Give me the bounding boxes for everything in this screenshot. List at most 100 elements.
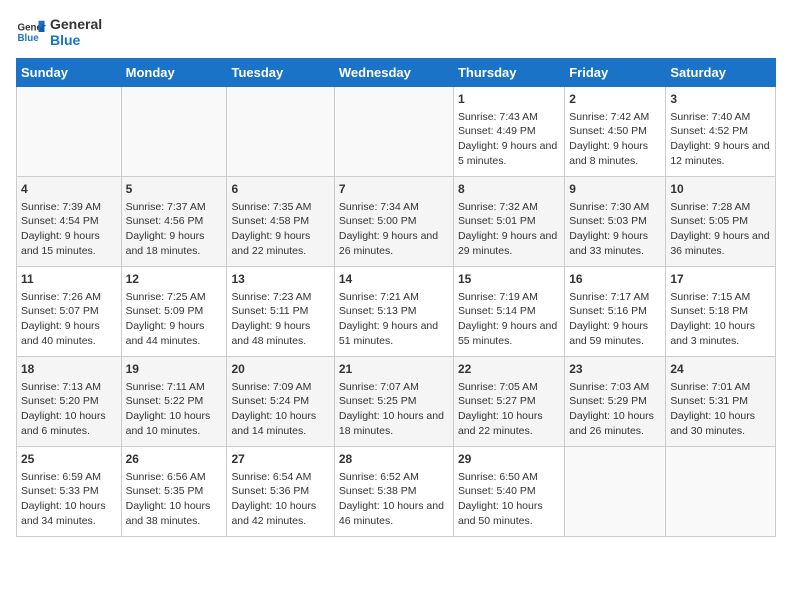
day-header-wednesday: Wednesday — [334, 59, 453, 87]
calendar-cell: 3 Sunrise: 7:40 AMSunset: 4:52 PMDaylight… — [666, 87, 776, 177]
day-number: 16 — [569, 271, 661, 288]
cell-content: Sunset: 5:27 PM — [458, 394, 560, 409]
cell-content: Sunset: 5:09 PM — [126, 304, 223, 319]
cell-content: Sunrise: 7:39 AM — [21, 200, 117, 215]
cell-content: Sunset: 5:31 PM — [670, 394, 771, 409]
cell-content: Sunrise: 7:32 AM — [458, 200, 560, 215]
cell-content: Sunrise: 7:37 AM — [126, 200, 223, 215]
calendar-cell: 4Sunrise: 7:39 AMSunset: 4:54 PMDaylight… — [17, 177, 122, 267]
cell-content: Sunrise: 7:23 AM — [231, 290, 329, 305]
cell-content: Sunset: 5:00 PM — [339, 214, 449, 229]
cell-content: Sunrise: 6:56 AM — [126, 470, 223, 485]
week-row-3: 11Sunrise: 7:26 AMSunset: 5:07 PMDayligh… — [17, 267, 776, 357]
cell-content: Sunset: 5:16 PM — [569, 304, 661, 319]
cell-content: Daylight: 9 hours and 59 minutes. — [569, 319, 661, 348]
cell-content: Daylight: 9 hours and 22 minutes. — [231, 229, 329, 258]
cell-content: Sunrise: 7:42 AM — [569, 110, 661, 125]
day-number: 20 — [231, 361, 329, 378]
day-number: 15 — [458, 271, 560, 288]
cell-content: Daylight: 9 hours and 5 minutes. — [458, 139, 560, 168]
cell-content: Daylight: 10 hours and 42 minutes. — [231, 499, 329, 528]
day-number: 10 — [670, 181, 771, 198]
calendar-cell: 25 Sunrise: 6:59 AMSunset: 5:33 PMDayligh… — [17, 447, 122, 537]
calendar-cell — [227, 87, 334, 177]
cell-content: Daylight: 9 hours and 55 minutes. — [458, 319, 560, 348]
cell-content: Daylight: 10 hours and 34 minutes. — [21, 499, 117, 528]
cell-content: Sunrise: 6:59 AM — [21, 470, 117, 485]
cell-content: Sunrise: 7:01 AM — [670, 380, 771, 395]
cell-content: Sunset: 5:33 PM — [21, 484, 117, 499]
cell-content: Daylight: 9 hours and 48 minutes. — [231, 319, 329, 348]
day-header-saturday: Saturday — [666, 59, 776, 87]
cell-content: Sunset: 5:35 PM — [126, 484, 223, 499]
cell-content: Sunset: 5:11 PM — [231, 304, 329, 319]
cell-content: Sunset: 5:40 PM — [458, 484, 560, 499]
calendar-cell: 28 Sunrise: 6:52 AMSunset: 5:38 PMDayligh… — [334, 447, 453, 537]
day-number: 9 — [569, 181, 661, 198]
cell-content: Daylight: 10 hours and 3 minutes. — [670, 319, 771, 348]
calendar-cell: 5Sunrise: 7:37 AMSunset: 4:56 PMDaylight… — [121, 177, 227, 267]
calendar-cell: 17Sunrise: 7:15 AMSunset: 5:18 PMDayligh… — [666, 267, 776, 357]
svg-text:Blue: Blue — [18, 33, 40, 44]
cell-content: Sunrise: 7:43 AM — [458, 110, 560, 125]
day-number: 5 — [126, 181, 223, 198]
cell-content: Sunrise: 7:11 AM — [126, 380, 223, 395]
day-number: 8 — [458, 181, 560, 198]
cell-content: Sunrise: 7:21 AM — [339, 290, 449, 305]
day-number: 1 — [458, 91, 560, 108]
cell-content: Sunrise: 6:52 AM — [339, 470, 449, 485]
logo-icon: General Blue — [16, 17, 46, 47]
day-header-monday: Monday — [121, 59, 227, 87]
cell-content: Daylight: 9 hours and 12 minutes. — [670, 139, 771, 168]
cell-content: Sunset: 5:22 PM — [126, 394, 223, 409]
cell-content: Daylight: 9 hours and 36 minutes. — [670, 229, 771, 258]
day-number: 4 — [21, 181, 117, 198]
week-row-2: 4 Sunrise: 7:39 AMSunset: 4:54 PM Daylight… — [17, 177, 776, 267]
calendar-cell: 26Sunrise: 6:56 AMSunset: 5:35 PMDayligh… — [121, 447, 227, 537]
calendar-cell: 22Sunrise: 7:05 AMSunset: 5:27 PMDayligh… — [453, 357, 564, 447]
calendar-cell: 8Sunrise: 7:32 AMSunset: 5:01 PMDaylight… — [453, 177, 564, 267]
day-number: 11 — [21, 271, 117, 288]
cell-content: Sunset: 4:54 PM — [21, 214, 117, 229]
cell-content: Sunrise: 7:15 AM — [670, 290, 771, 305]
cell-content: Daylight: 9 hours and 51 minutes. — [339, 319, 449, 348]
header: General Blue General Blue — [16, 16, 776, 48]
cell-content: Daylight: 10 hours and 30 minutes. — [670, 409, 771, 438]
day-number: 28 — [339, 451, 449, 468]
cell-content: Sunset: 5:38 PM — [339, 484, 449, 499]
day-number: 18 — [21, 361, 117, 378]
logo-blue: Blue — [50, 32, 102, 48]
cell-content: Daylight: 9 hours and 29 minutes. — [458, 229, 560, 258]
logo: General Blue General Blue — [16, 16, 102, 48]
cell-content: Daylight: 10 hours and 38 minutes. — [126, 499, 223, 528]
cell-content: Daylight: 10 hours and 18 minutes. — [339, 409, 449, 438]
calendar-cell: 13Sunrise: 7:23 AMSunset: 5:11 PMDayligh… — [227, 267, 334, 357]
week-row-1: 1Sunrise: 7:43 AMSunset: 4:49 PMDaylight… — [17, 87, 776, 177]
day-number: 19 — [126, 361, 223, 378]
day-header-friday: Friday — [565, 59, 666, 87]
day-number: 2 — [569, 91, 661, 108]
day-number: 23 — [569, 361, 661, 378]
day-number: 29 — [458, 451, 560, 468]
day-number: 25 — [21, 451, 117, 468]
cell-content: Sunset: 5:20 PM — [21, 394, 117, 409]
calendar-cell: 24Sunrise: 7:01 AMSunset: 5:31 PMDayligh… — [666, 357, 776, 447]
calendar-cell: 12Sunrise: 7:25 AMSunset: 5:09 PMDayligh… — [121, 267, 227, 357]
calendar-cell — [666, 447, 776, 537]
cell-content: Daylight: 10 hours and 46 minutes. — [339, 499, 449, 528]
day-number: 7 — [339, 181, 449, 198]
day-number: 3 — [670, 91, 771, 108]
cell-content: Daylight: 9 hours and 8 minutes. — [569, 139, 661, 168]
calendar-cell: 9Sunrise: 7:30 AMSunset: 5:03 PMDaylight… — [565, 177, 666, 267]
calendar-cell: 2Sunrise: 7:42 AMSunset: 4:50 PMDaylight… — [565, 87, 666, 177]
cell-content: Sunset: 4:49 PM — [458, 124, 560, 139]
cell-content: Sunrise: 7:30 AM — [569, 200, 661, 215]
cell-content: Sunset: 5:25 PM — [339, 394, 449, 409]
cell-content: Sunset: 5:14 PM — [458, 304, 560, 319]
calendar-cell: 10Sunrise: 7:28 AMSunset: 5:05 PMDayligh… — [666, 177, 776, 267]
cell-content: Sunrise: 7:17 AM — [569, 290, 661, 305]
cell-content: Sunrise: 6:54 AM — [231, 470, 329, 485]
cell-content: Sunrise: 7:40 AM — [670, 110, 771, 125]
cell-content: Sunset: 4:52 PM — [670, 124, 771, 139]
cell-content: Daylight: 10 hours and 26 minutes. — [569, 409, 661, 438]
